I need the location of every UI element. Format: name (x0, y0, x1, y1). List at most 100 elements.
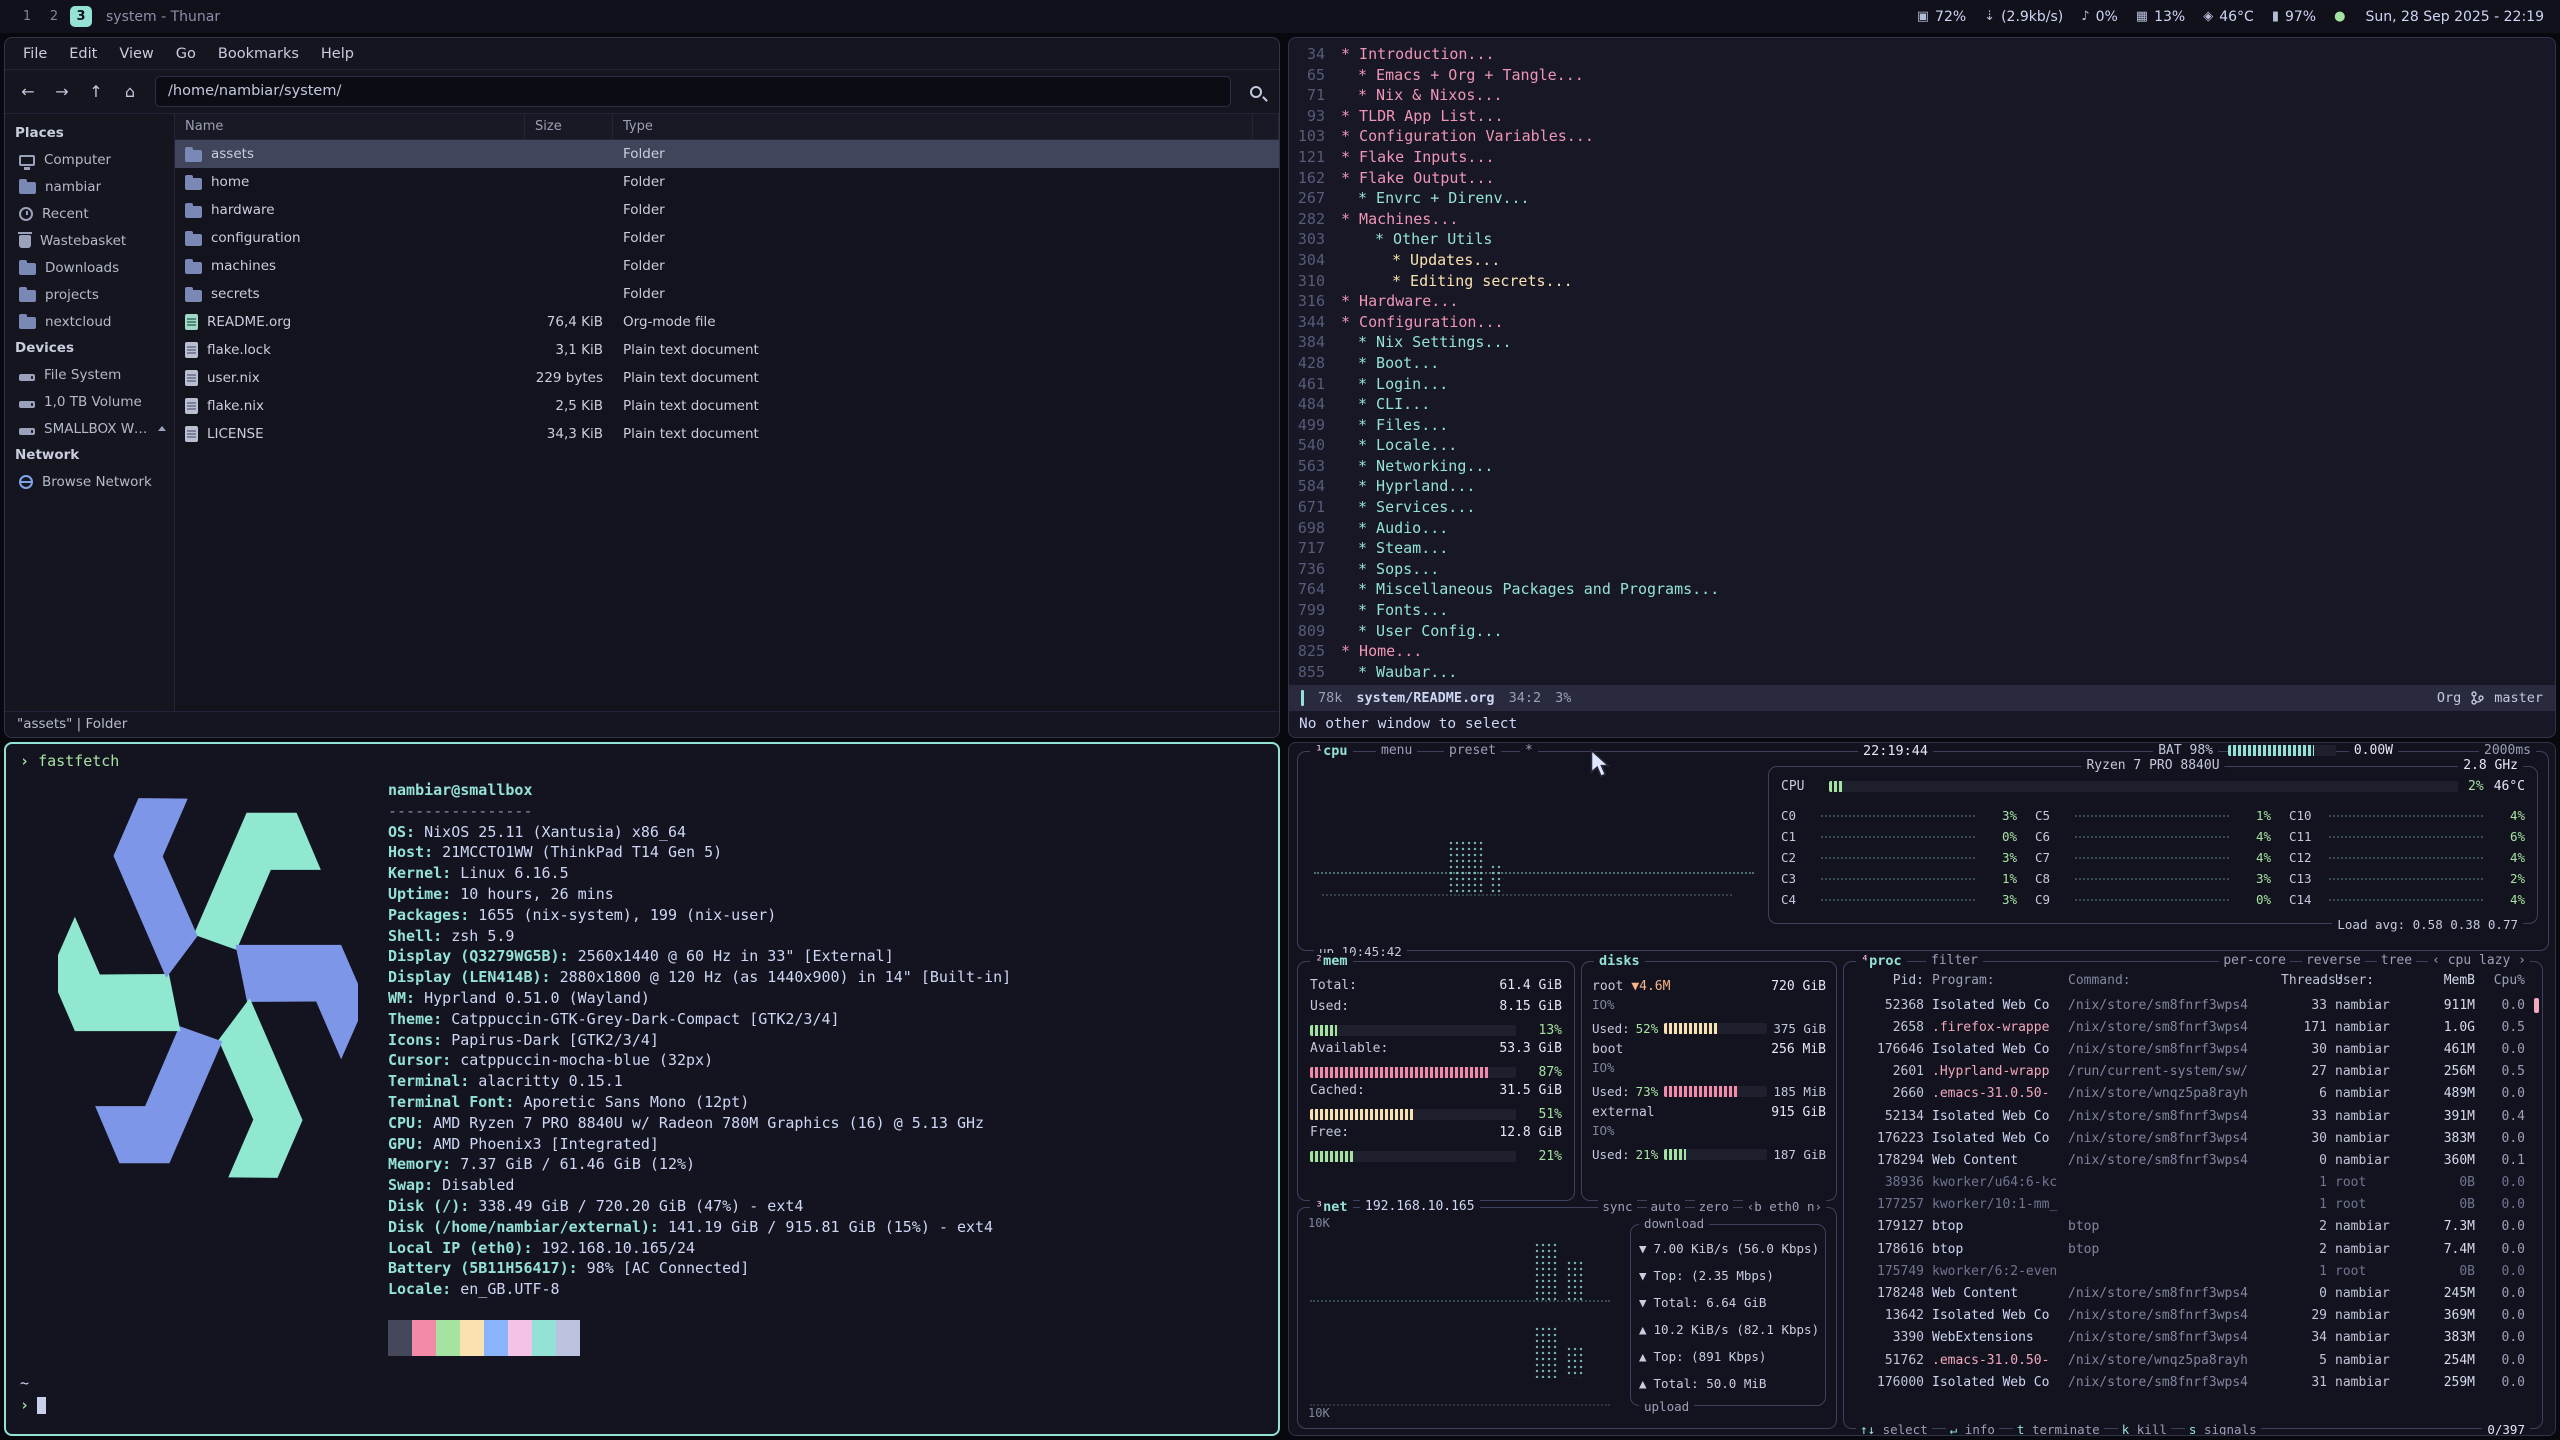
org-heading-line[interactable]: 499* Files... (1289, 415, 2555, 436)
sidebar-item-recent[interactable]: Recent (5, 200, 174, 227)
org-heading-line[interactable]: 121* Flake Inputs... (1289, 147, 2555, 168)
process-row[interactable]: 2658.firefox-wrappe/nix/store/sm8fnrf3wp… (1844, 1016, 2542, 1038)
sidebar-item-1-0-tb-volume[interactable]: 1,0 TB Volume (5, 388, 174, 415)
org-heading-line[interactable]: 316* Hardware... (1289, 291, 2555, 312)
menu-button[interactable]: menu (1376, 743, 1417, 758)
file-row-assets[interactable]: assetsFolder (175, 140, 1279, 168)
process-row[interactable]: 178616btopbtop2nambiar7.4M0.0 (1844, 1238, 2542, 1260)
process-row[interactable]: 38936kworker/u64:6-kc1root0B0.0 (1844, 1172, 2542, 1194)
proc-column-pid[interactable]: Pid: (1852, 973, 1924, 988)
path-bar[interactable]: /home/nambiar/system/ (155, 76, 1231, 107)
sidebar-item-smallbox-wi[interactable]: SMALLBOX Wi… (5, 415, 174, 442)
interface-selector[interactable]: ‹b eth0 n› (1743, 1199, 1826, 1214)
status-module[interactable]: ▣72% (1917, 9, 1966, 25)
status-module[interactable]: ● (2334, 9, 2345, 24)
sync-button[interactable]: sync (1598, 1199, 1636, 1214)
org-heading-line[interactable]: 310* Editing secrets... (1289, 271, 2555, 292)
file-row-hardware[interactable]: hardwareFolder (175, 196, 1279, 224)
tree-button[interactable]: tree (2377, 953, 2416, 968)
org-heading-line[interactable]: 162* Flake Output... (1289, 168, 2555, 189)
forward-button[interactable]: → (47, 77, 77, 107)
proc-column-command[interactable]: Command: (2068, 973, 2273, 988)
file-row-flake-lock[interactable]: flake.lock3,1 KiBPlain text document (175, 336, 1279, 364)
org-heading-line[interactable]: 34* Introduction... (1289, 44, 2555, 65)
sidebar-item-projects[interactable]: projects (5, 281, 174, 308)
proc-column-threads[interactable]: Threads: (2281, 973, 2327, 988)
column-header-type[interactable]: Type (613, 114, 1253, 139)
process-row[interactable]: 178294Web Content/nix/store/sm8fnrf3wps4… (1844, 1149, 2542, 1171)
org-heading-line[interactable]: 428* Boot... (1289, 353, 2555, 374)
org-heading-line[interactable]: 65* Emacs + Org + Tangle... (1289, 65, 2555, 86)
proc-column-user[interactable]: User: (2335, 973, 2411, 988)
file-row-flake-nix[interactable]: flake.nix2,5 KiBPlain text document (175, 392, 1279, 420)
menu-file[interactable]: File (13, 42, 57, 66)
org-heading-line[interactable]: 809* User Config... (1289, 621, 2555, 642)
org-heading-line[interactable]: 461* Login... (1289, 374, 2555, 395)
org-heading-line[interactable]: 103* Configuration Variables... (1289, 126, 2555, 147)
file-row-secrets[interactable]: secretsFolder (175, 280, 1279, 308)
sidebar-item-file-system[interactable]: File System (5, 361, 174, 388)
zero-button[interactable]: zero (1695, 1199, 1733, 1214)
per-core-button[interactable]: per-core (2219, 953, 2290, 968)
eject-icon[interactable] (158, 426, 166, 431)
org-heading-line[interactable]: 584* Hyprland... (1289, 476, 2555, 497)
status-module[interactable]: ♪0% (2081, 9, 2118, 25)
process-row[interactable]: 175749kworker/6:2-even1root0B0.0 (1844, 1260, 2542, 1282)
net-box-title[interactable]: ³net (1310, 1199, 1353, 1215)
process-row[interactable]: 13642Isolated Web Co/nix/store/sm8fnrf3w… (1844, 1305, 2542, 1327)
org-heading-line[interactable]: 563* Networking... (1289, 456, 2555, 477)
org-heading-line[interactable]: 267* Envrc + Direnv... (1289, 188, 2555, 209)
file-row-configuration[interactable]: configurationFolder (175, 224, 1279, 252)
status-module[interactable]: ▦13% (2136, 9, 2185, 25)
sidebar-item-nambiar[interactable]: nambiar (5, 173, 174, 200)
org-heading-line[interactable]: 698* Audio... (1289, 518, 2555, 539)
home-button[interactable]: ⌂ (115, 77, 145, 107)
process-row[interactable]: 176646Isolated Web Co/nix/store/sm8fnrf3… (1844, 1038, 2542, 1060)
file-row-license[interactable]: LICENSE34,3 KiBPlain text document (175, 420, 1279, 448)
menu-bookmarks[interactable]: Bookmarks (208, 42, 309, 66)
file-row-home[interactable]: homeFolder (175, 168, 1279, 196)
column-header-size[interactable]: Size (525, 114, 613, 139)
process-row[interactable]: 177257kworker/10:1-mm_1root0B0.0 (1844, 1194, 2542, 1216)
menu-view[interactable]: View (109, 42, 163, 66)
org-heading-line[interactable]: 540* Locale... (1289, 435, 2555, 456)
process-row[interactable]: 3390WebExtensions/nix/store/sm8fnrf3wps4… (1844, 1327, 2542, 1349)
org-heading-line[interactable]: 671* Services... (1289, 497, 2555, 518)
auto-button[interactable]: auto (1647, 1199, 1685, 1214)
status-module[interactable]: ▮97% (2272, 9, 2316, 25)
process-row[interactable]: 2660.emacs-31.0.50-/nix/store/wnqz5pa8ra… (1844, 1083, 2542, 1105)
proc-column-cpu[interactable]: Cpu% (2483, 973, 2525, 988)
file-row-user-nix[interactable]: user.nix229 bytesPlain text document (175, 364, 1279, 392)
proc-key-terminate[interactable]: t terminate (2013, 1422, 2104, 1436)
file-row-machines[interactable]: machinesFolder (175, 252, 1279, 280)
menu-help[interactable]: Help (311, 42, 364, 66)
emacs-modeline[interactable]: 78k system/README.org 34:2 3% Org master (1289, 685, 2555, 711)
column-header-name[interactable]: Name (175, 114, 525, 139)
org-heading-line[interactable]: 304* Updates... (1289, 250, 2555, 271)
sidebar-item-computer[interactable]: Computer (5, 146, 174, 173)
preset-button[interactable]: preset (1444, 743, 1501, 758)
org-heading-line[interactable]: 825* Home... (1289, 641, 2555, 662)
org-heading-line[interactable]: 764* Miscellaneous Packages and Programs… (1289, 579, 2555, 600)
sidebar-item-nextcloud[interactable]: nextcloud (5, 308, 174, 335)
process-row[interactable]: 52134Isolated Web Co/nix/store/sm8fnrf3w… (1844, 1105, 2542, 1127)
sort-selector[interactable]: ‹ cpu lazy › (2428, 953, 2530, 968)
filter-button[interactable]: filter (1926, 953, 1983, 968)
search-button[interactable] (1241, 77, 1271, 107)
disks-box-title[interactable]: disks (1594, 953, 1645, 969)
proc-key-kill[interactable]: k kill (2118, 1422, 2171, 1436)
process-row[interactable]: 2601.Hyprland-wrapp/run/current-system/s… (1844, 1061, 2542, 1083)
clock[interactable]: Sun, 28 Sep 2025 - 22:19 (2365, 9, 2544, 25)
sidebar-item-wastebasket[interactable]: Wastebasket (5, 227, 174, 254)
workspace-button-3[interactable]: 3 (70, 6, 92, 27)
process-row[interactable]: 176223Isolated Web Co/nix/store/sm8fnrf3… (1844, 1127, 2542, 1149)
proc-box-title[interactable]: ⁴proc (1856, 953, 1907, 969)
up-button[interactable]: ↑ (81, 77, 111, 107)
process-row[interactable]: 178248Web Content/nix/store/sm8fnrf3wps4… (1844, 1282, 2542, 1304)
org-heading-line[interactable]: 384* Nix Settings... (1289, 332, 2555, 353)
proc-column-memb[interactable]: MemB (2419, 973, 2475, 988)
org-heading-line[interactable]: 93* TLDR App List... (1289, 106, 2555, 127)
org-heading-line[interactable]: 799* Fonts... (1289, 600, 2555, 621)
org-heading-line[interactable]: 71* Nix & Nixos... (1289, 85, 2555, 106)
org-heading-line[interactable]: 736* Sops... (1289, 559, 2555, 580)
